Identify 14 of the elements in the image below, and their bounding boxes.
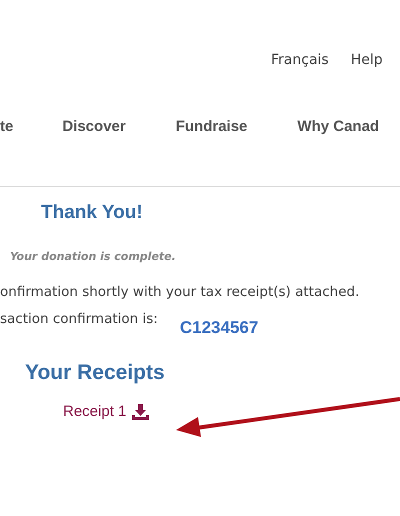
download-icon[interactable] — [132, 404, 150, 420]
message-text: onfirmation shortly with your tax receipt(s) attached. — [0, 283, 360, 301]
confirmation-label: saction confirmation is: — [0, 310, 158, 328]
nav-item[interactable]: te — [0, 116, 14, 146]
utility-link[interactable]: Français — [271, 50, 329, 80]
page-heading: Thank You! — [41, 201, 144, 225]
nav-item[interactable]: Why Canad — [297, 116, 380, 146]
utility-link[interactable]: Help — [350, 50, 383, 80]
nav-item[interactable]: Fundraise — [176, 116, 248, 146]
receipts-heading: Your Receipts — [25, 360, 166, 386]
nav-item[interactable]: Discover — [62, 116, 126, 146]
status-text: Your donation is complete. — [10, 249, 177, 265]
receipt-link[interactable]: Receipt 1 — [63, 402, 126, 422]
confirmation-number: C1234567 — [180, 318, 258, 338]
